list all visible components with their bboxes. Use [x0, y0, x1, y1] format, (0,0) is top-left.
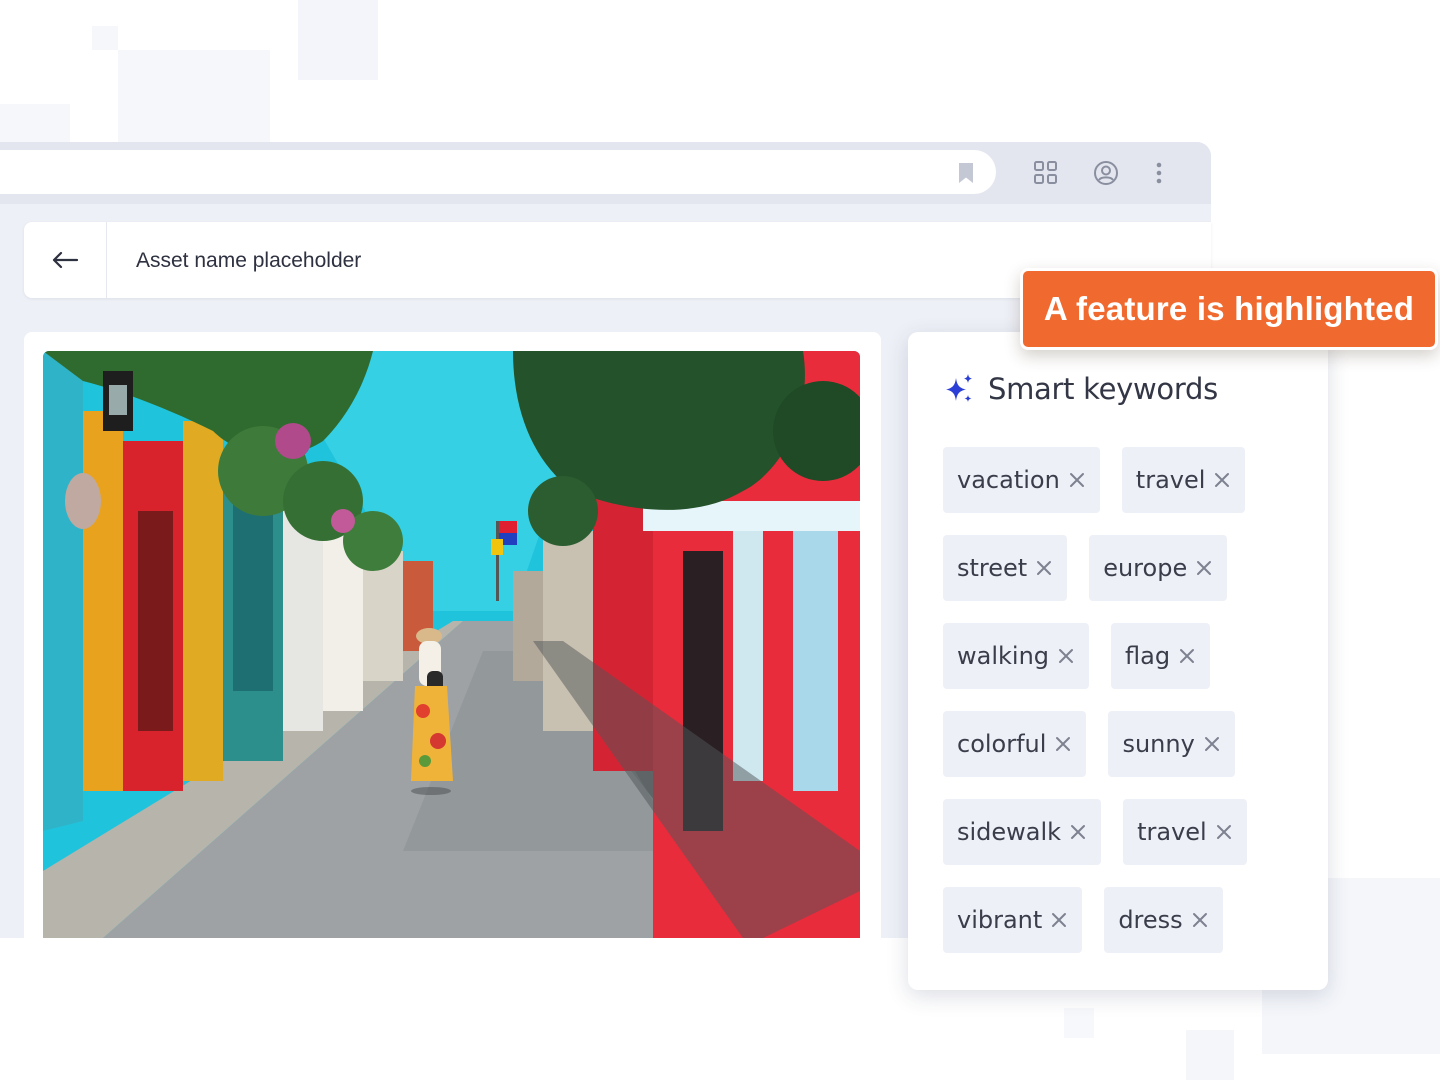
remove-icon[interactable]	[1213, 471, 1231, 489]
keyword-chip-list: vacation travel street europe walking fl…	[943, 447, 1303, 953]
remove-icon[interactable]	[1195, 559, 1213, 577]
keyword-chip[interactable]: dress	[1104, 887, 1223, 953]
sparkle-icon	[946, 374, 972, 402]
keyword-chip[interactable]: walking	[943, 623, 1090, 689]
keyword-label: colorful	[957, 730, 1047, 758]
remove-icon[interactable]	[1069, 823, 1087, 841]
keyword-label: travel	[1135, 466, 1206, 494]
background-square	[298, 0, 378, 80]
keyword-chip[interactable]: vacation	[943, 447, 1100, 513]
account-circle-icon[interactable]	[1093, 160, 1119, 186]
smart-keywords-panel: Smart keywords vacation travel street eu…	[908, 332, 1328, 990]
keyword-label: flag	[1125, 642, 1171, 670]
keyword-chip[interactable]: colorful	[943, 711, 1087, 777]
asset-image[interactable]	[43, 351, 860, 938]
keyword-chip[interactable]: vibrant	[943, 887, 1083, 953]
remove-icon[interactable]	[1068, 471, 1086, 489]
keyword-chip[interactable]: europe	[1089, 535, 1228, 601]
keyword-label: dress	[1118, 906, 1183, 934]
keyword-label: sunny	[1122, 730, 1195, 758]
keyword-label: walking	[957, 642, 1050, 670]
remove-icon[interactable]	[1054, 735, 1072, 753]
image-card	[24, 332, 881, 938]
keyword-chip[interactable]: sunny	[1108, 711, 1235, 777]
keyword-chip[interactable]: travel	[1123, 799, 1247, 865]
background-square	[92, 26, 118, 50]
asset-title: Asset name placeholder	[136, 249, 362, 272]
keyword-chip[interactable]: sidewalk	[943, 799, 1102, 865]
background-square	[0, 104, 70, 144]
remove-icon[interactable]	[1057, 647, 1075, 665]
keyword-chip[interactable]: street	[943, 535, 1068, 601]
background-square	[1186, 1030, 1234, 1080]
remove-icon[interactable]	[1191, 911, 1209, 929]
keyword-label: europe	[1103, 554, 1188, 582]
remove-icon[interactable]	[1050, 911, 1068, 929]
keyword-label: sidewalk	[957, 818, 1062, 846]
browser-toolbar	[0, 142, 1211, 204]
address-bar[interactable]	[0, 150, 996, 194]
keyword-label: vacation	[957, 466, 1060, 494]
keyword-chip[interactable]: flag	[1111, 623, 1211, 689]
panel-title: Smart keywords	[988, 372, 1218, 406]
keyword-label: vibrant	[957, 906, 1043, 934]
remove-icon[interactable]	[1215, 823, 1233, 841]
remove-icon[interactable]	[1203, 735, 1221, 753]
callout-text: A feature is highlighted	[1043, 290, 1415, 327]
keyword-label: travel	[1137, 818, 1207, 846]
background-square	[1064, 1008, 1094, 1038]
feature-highlight-callout: A feature is highlighted	[1020, 268, 1438, 350]
keyword-chip[interactable]: travel	[1121, 447, 1246, 513]
remove-icon[interactable]	[1035, 559, 1053, 577]
back-button[interactable]	[24, 222, 107, 298]
more-vertical-icon[interactable]	[1146, 160, 1172, 186]
street-photo	[43, 351, 860, 938]
apps-grid-icon[interactable]	[1033, 160, 1059, 186]
background-square	[118, 50, 270, 142]
remove-icon[interactable]	[1178, 647, 1196, 665]
bookmark-icon[interactable]	[956, 162, 976, 184]
arrow-left-icon	[52, 251, 79, 269]
keyword-label: street	[957, 554, 1028, 582]
panel-heading: Smart keywords	[942, 372, 1218, 406]
